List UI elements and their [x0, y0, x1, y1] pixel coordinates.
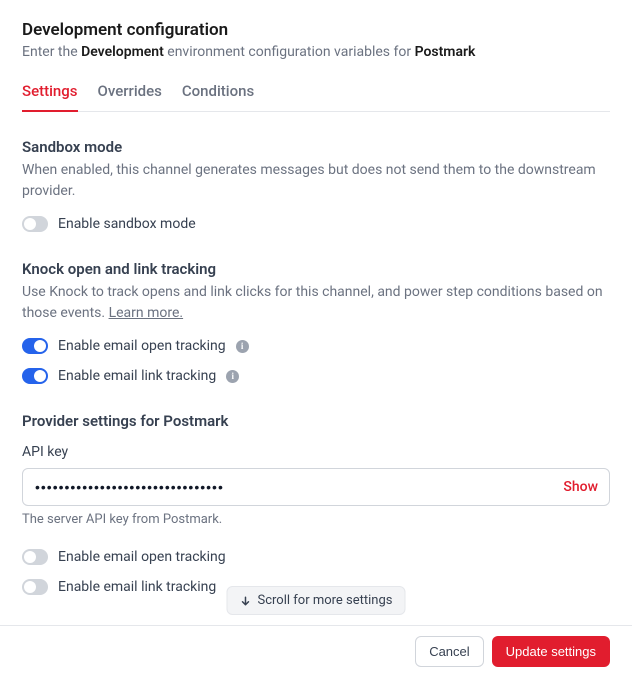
sandbox-toggle-label: Enable sandbox mode	[58, 216, 196, 232]
info-icon[interactable]: i	[236, 340, 249, 353]
arrow-down-icon	[239, 595, 251, 607]
knock-link-tracking-toggle[interactable]	[22, 368, 48, 384]
scroll-hint-label: Scroll for more settings	[257, 593, 392, 608]
update-settings-button[interactable]: Update settings	[492, 636, 610, 667]
page-title: Development configuration	[22, 20, 610, 40]
subtitle-mid: environment configuration variables for	[164, 44, 415, 60]
provider-section: Provider settings for Postmark API key S…	[22, 412, 610, 595]
tab-overrides[interactable]: Overrides	[98, 82, 162, 112]
tab-settings[interactable]: Settings	[22, 82, 78, 112]
knock-open-tracking-label: Enable email open tracking	[58, 338, 226, 354]
api-key-label: API key	[22, 444, 610, 460]
footer: Cancel Update settings	[0, 625, 632, 677]
scroll-hint-pill[interactable]: Scroll for more settings	[226, 586, 405, 615]
api-key-input[interactable]	[22, 468, 610, 506]
tracking-title: Knock open and link tracking	[22, 260, 610, 278]
tabs: Settings Overrides Conditions	[22, 82, 610, 112]
page-subtitle: Enter the Development environment config…	[22, 44, 610, 60]
cancel-button[interactable]: Cancel	[415, 636, 483, 667]
learn-more-link[interactable]: Learn more.	[109, 305, 184, 321]
sandbox-toggle[interactable]	[22, 216, 48, 232]
subtitle-prefix: Enter the	[22, 44, 81, 60]
sandbox-desc: When enabled, this channel generates mes…	[22, 160, 610, 202]
tracking-desc: Use Knock to track opens and link clicks…	[22, 282, 610, 324]
knock-link-tracking-label: Enable email link tracking	[58, 368, 216, 384]
subtitle-provider: Postmark	[415, 44, 476, 60]
provider-title: Provider settings for Postmark	[22, 412, 610, 430]
provider-open-tracking-toggle[interactable]	[22, 549, 48, 565]
subtitle-env: Development	[81, 44, 164, 60]
provider-link-tracking-toggle[interactable]	[22, 579, 48, 595]
tab-conditions[interactable]: Conditions	[182, 82, 254, 112]
api-key-help: The server API key from Postmark.	[22, 512, 610, 527]
provider-link-tracking-label: Enable email link tracking	[58, 579, 216, 595]
show-api-key-link[interactable]: Show	[563, 479, 598, 495]
info-icon[interactable]: i	[226, 370, 239, 383]
sandbox-section: Sandbox mode When enabled, this channel …	[22, 138, 610, 232]
sandbox-title: Sandbox mode	[22, 138, 610, 156]
knock-open-tracking-toggle[interactable]	[22, 338, 48, 354]
tracking-section: Knock open and link tracking Use Knock t…	[22, 260, 610, 384]
provider-open-tracking-label: Enable email open tracking	[58, 549, 226, 565]
